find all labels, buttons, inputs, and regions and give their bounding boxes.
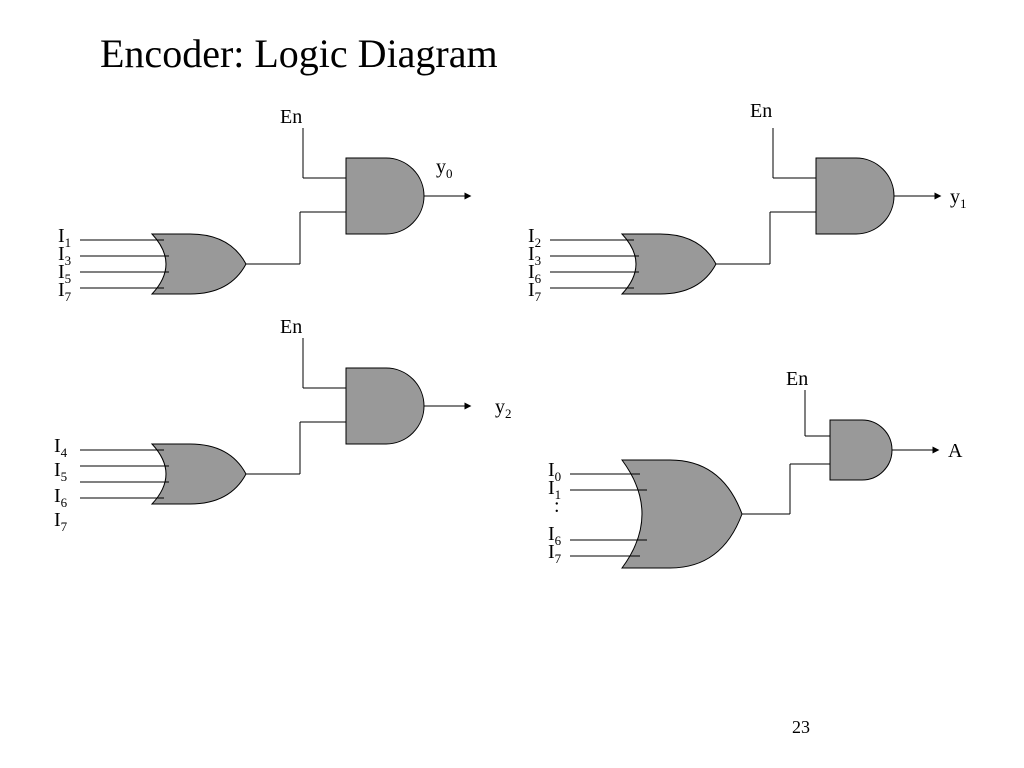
input-label: I7 xyxy=(528,279,541,305)
or-gate-icon xyxy=(152,444,246,504)
input-label: I4 xyxy=(54,435,67,461)
and-gate-icon xyxy=(346,158,424,234)
input-label: I7 xyxy=(54,509,67,535)
input-label: I7 xyxy=(548,541,561,567)
enable-label: En xyxy=(280,106,302,129)
enable-label: En xyxy=(750,100,772,123)
or-gate-icon xyxy=(622,460,742,568)
input-label: I7 xyxy=(58,279,71,305)
input-label: I6 xyxy=(54,485,67,511)
input-ellipsis: : xyxy=(554,495,560,518)
and-gate-icon xyxy=(346,368,424,444)
enable-label: En xyxy=(280,316,302,339)
and-gate-icon xyxy=(816,158,894,234)
logic-diagram-svg xyxy=(0,0,1024,768)
input-label: I5 xyxy=(54,459,67,485)
output-label: y2 xyxy=(495,396,512,422)
page-number: 23 xyxy=(792,717,810,738)
and-gate-icon xyxy=(830,420,892,480)
enable-label: En xyxy=(786,368,808,391)
or-gate-icon xyxy=(152,234,246,294)
output-label: y1 xyxy=(950,186,967,212)
output-label: A xyxy=(948,440,962,463)
output-label: y0 xyxy=(436,156,453,182)
or-gate-icon xyxy=(622,234,716,294)
